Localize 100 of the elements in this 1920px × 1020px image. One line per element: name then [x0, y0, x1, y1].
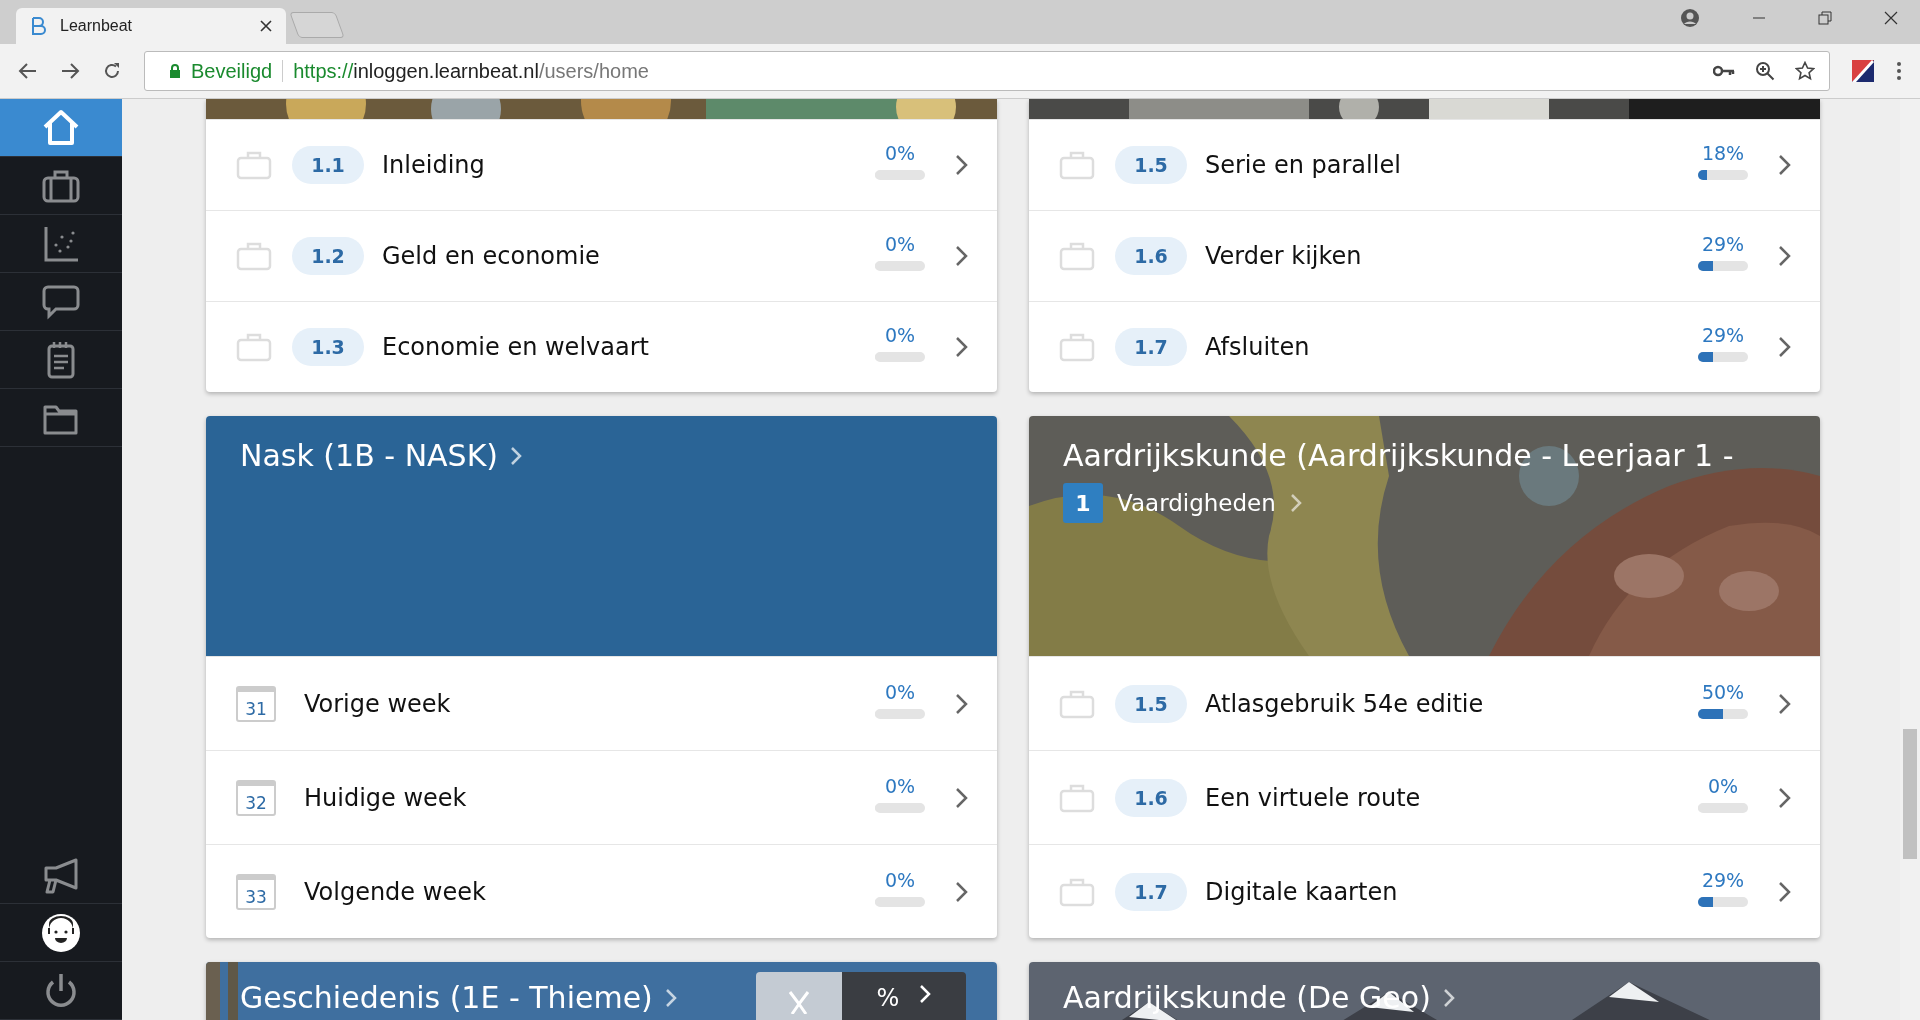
chevron-icon: [919, 984, 932, 1004]
course-title[interactable]: Nask (1B - NASK): [240, 438, 499, 473]
lesson-title: Digitale kaarten: [1205, 877, 1399, 906]
lesson-row[interactable]: 1.2 Geld en economie 0%: [206, 210, 997, 301]
url-text: https://inloggen.learnbeat.nl/users/home: [293, 59, 649, 83]
lock-icon: [169, 64, 181, 78]
chapter-number: 1: [1063, 483, 1103, 523]
chevron-icon: [1778, 336, 1792, 358]
lesson-title: Economie en welvaart: [382, 333, 650, 361]
course-title[interactable]: Geschiedenis (1E - Thieme): [240, 980, 653, 1015]
chevron-icon: [1778, 692, 1792, 715]
profile-icon[interactable]: [1680, 8, 1700, 28]
lesson-title: Verder kijken: [1205, 242, 1363, 270]
briefcase-icon: [1059, 241, 1095, 271]
lesson-title: Inleiding: [382, 151, 486, 179]
chevron-icon: [510, 445, 523, 466]
chevron-icon: [1778, 154, 1792, 176]
extension-icon[interactable]: [1852, 60, 1874, 82]
lesson-number: 1.5: [1115, 684, 1187, 723]
restore-icon[interactable]: [1818, 11, 1832, 25]
progress-bar: [1698, 352, 1748, 362]
menu-icon[interactable]: [1896, 61, 1902, 81]
progress-bar: [1698, 896, 1748, 907]
star-icon[interactable]: [1795, 61, 1815, 81]
lesson-number: 1.7: [1115, 872, 1187, 911]
lesson-row[interactable]: 1.3 Economie en welvaart 0%: [206, 301, 997, 392]
chevron-icon: [1778, 786, 1792, 809]
chevron-icon: [664, 987, 677, 1008]
chevron-icon: [955, 880, 969, 903]
progress-bar: [1698, 170, 1748, 180]
chapter-title[interactable]: Vaardigheden: [1117, 490, 1276, 516]
close-icon[interactable]: [1884, 11, 1898, 25]
lesson-row[interactable]: 1.7 Digitale kaarten 29%: [1029, 844, 1820, 938]
lesson-number: 1.3: [292, 328, 364, 366]
lesson-title: Volgende week: [304, 877, 487, 906]
lesson-number: 1.6: [1115, 237, 1187, 275]
week-number: 32: [245, 792, 267, 813]
secure-label: Beveiligd: [191, 59, 273, 83]
progress-percent: 0%: [884, 680, 916, 703]
lesson-row[interactable]: 1.7 Afsluiten 29%: [1029, 301, 1820, 392]
progress-percent: 29%: [1701, 868, 1745, 891]
back-icon[interactable]: [18, 61, 38, 81]
progress-bar: [875, 352, 925, 362]
chevron-icon: [955, 154, 969, 176]
chevron-icon: [955, 786, 969, 809]
chevron-icon: [1778, 245, 1792, 267]
close-icon[interactable]: [260, 20, 272, 32]
avatar-icon: [40, 911, 82, 954]
lesson-row[interactable]: 1.5 Serie en parallel 18%: [1029, 119, 1820, 210]
progress-percent: 0%: [884, 868, 916, 891]
lesson-row[interactable]: 1.1 Inleiding 0%: [206, 119, 997, 210]
briefcase-icon: [236, 150, 272, 180]
progress-percent: 29%: [1701, 324, 1745, 346]
lesson-row[interactable]: 1.5 Atlasgebruik 54e editie 50%: [1029, 656, 1820, 750]
progress-percent: 29%: [1701, 233, 1745, 255]
card-header[interactable]: Nask (1B - NASK): [206, 416, 997, 656]
scrollbar-thumb[interactable]: [1903, 729, 1917, 859]
progress-percent: 18%: [1701, 142, 1745, 164]
progress-percent: 0%: [884, 142, 916, 164]
lesson-title: Een virtuele route: [1205, 783, 1422, 812]
progress-bar: [1698, 708, 1748, 719]
lesson-number: 1.5: [1115, 146, 1187, 184]
course-title[interactable]: Aardrijkskunde (Aardrijkskunde - Leerjaar 1 -: [1063, 438, 1734, 473]
chevron-icon: [955, 336, 969, 358]
progress-bar: [1698, 261, 1748, 271]
progress-bar: [875, 802, 925, 813]
lesson-number: 1.2: [292, 237, 364, 275]
lesson-row[interactable]: 31 Vorige week 0%: [206, 656, 997, 750]
chevron-icon: [955, 245, 969, 267]
lesson-row[interactable]: 33 Volgende week 0%: [206, 844, 997, 938]
key-icon[interactable]: [1713, 64, 1735, 78]
chevron-icon: [1289, 493, 1302, 513]
lesson-row[interactable]: 1.6 Verder kijken 29%: [1029, 210, 1820, 301]
zoom-icon[interactable]: [1755, 61, 1775, 81]
lesson-row[interactable]: 32 Huidige week 0%: [206, 750, 997, 844]
progress-percent: 0%: [884, 324, 916, 346]
progress-percent: 0%: [884, 233, 916, 255]
lesson-number: 1.6: [1115, 778, 1187, 817]
lesson-title: Vorige week: [304, 689, 452, 718]
reload-icon[interactable]: [102, 61, 122, 81]
address-field[interactable]: Beveiligd https://inloggen.learnbeat.nl/users/home: [144, 51, 1830, 91]
chevron-icon: [955, 692, 969, 715]
lesson-number: 1.7: [1115, 328, 1187, 366]
chevron-icon: [1778, 880, 1792, 903]
briefcase-icon: [1059, 332, 1095, 362]
lesson-row[interactable]: 1.6 Een virtuele route 0%: [1029, 750, 1820, 844]
progress-percent: 50%: [1701, 680, 1745, 703]
week-number: 33: [245, 886, 267, 907]
briefcase-icon: [1059, 876, 1095, 907]
week-number: 31: [245, 698, 267, 719]
lesson-title: Geld en economie: [382, 242, 601, 270]
briefcase-icon: [1059, 688, 1095, 719]
browser-tab[interactable]: Learnbeat: [16, 8, 286, 44]
progress-percent: %: [876, 984, 900, 1012]
progress-bar: [1698, 802, 1748, 813]
tab-title: Learnbeat: [60, 17, 133, 35]
briefcase-icon: [1059, 150, 1095, 180]
forward-icon[interactable]: [60, 61, 80, 81]
lesson-title: Afsluiten: [1205, 333, 1311, 361]
lesson-number: 1.1: [292, 146, 364, 184]
